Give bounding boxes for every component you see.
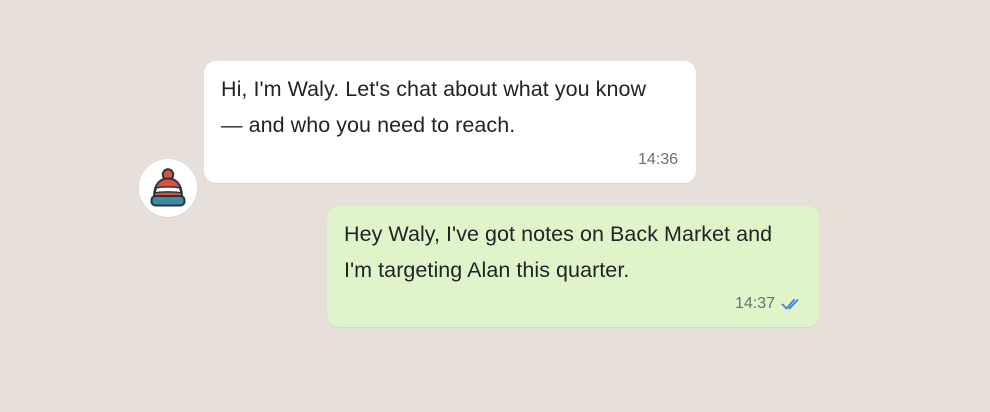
outgoing-message-bubble[interactable]: Hey Waly, I've got notes on Back Market …: [327, 206, 819, 327]
bot-avatar[interactable]: [139, 159, 197, 217]
chat-area: Hi, I'm Waly. Let's chat about what you …: [0, 0, 990, 412]
double-check-icon: [781, 299, 799, 310]
message-line: Hey Waly, I've got notes on Back Market …: [344, 222, 773, 246]
beanie-hat-icon: [150, 168, 186, 207]
message-meta: 14:37: [735, 295, 801, 313]
message-line: — and who you need to reach.: [221, 113, 516, 137]
message-timestamp: 14:37: [734, 295, 775, 312]
message-timestamp: 14:36: [637, 151, 678, 168]
message-text: Hi, I'm Waly. Let's chat about what you …: [221, 71, 691, 143]
message-meta: 14:36: [638, 151, 678, 169]
message-text: Hey Waly, I've got notes on Back Market …: [344, 216, 814, 288]
incoming-message-bubble[interactable]: Hi, I'm Waly. Let's chat about what you …: [204, 61, 696, 183]
message-line: I'm targeting Alan this quarter.: [344, 258, 630, 282]
message-line: Hi, I'm Waly. Let's chat about what you …: [221, 77, 647, 101]
